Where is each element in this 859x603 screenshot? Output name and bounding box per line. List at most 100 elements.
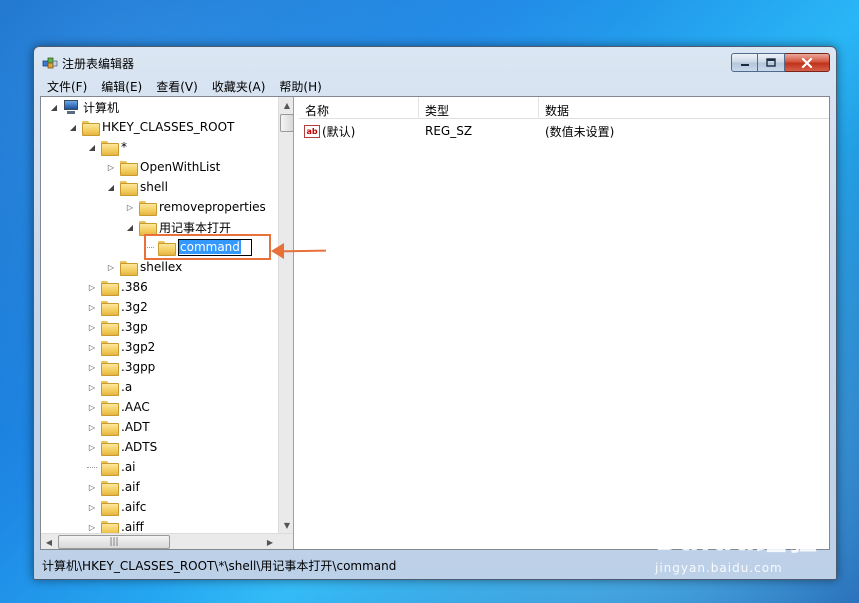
tree-item[interactable]: .ai <box>87 457 136 477</box>
watermark-url: jingyan.baidu.com <box>655 561 783 575</box>
collapsed-arrow-icon[interactable]: ▷ <box>87 521 97 533</box>
value-row[interactable]: ab (默认) REG_SZ (数值未设置) <box>299 121 829 141</box>
menu-help[interactable]: 帮助(H) <box>272 76 328 96</box>
collapsed-arrow-icon[interactable]: ▷ <box>87 281 97 293</box>
values-list-header: 名称 类型 数据 <box>299 97 829 119</box>
tree-item-label: 用记事本打开 <box>159 220 232 235</box>
tree-item[interactable]: ▷ .3gp <box>87 317 148 337</box>
tree-item[interactable]: ◢ 计算机 <box>49 97 119 117</box>
tree-item[interactable]: ▷ .aifc <box>87 497 146 517</box>
menu-view[interactable]: 查看(V) <box>149 76 205 96</box>
folder-icon <box>120 180 138 196</box>
folder-icon <box>101 420 119 436</box>
key-tree-pane: ◢ 计算机 ◢ HKEY_CLASSES_ROOT ◢ * ▷ OpenWithList ◢ sh… <box>41 97 294 549</box>
expanded-arrow-icon[interactable]: ◢ <box>68 121 78 133</box>
tree-item-label: .3g2 <box>121 300 148 314</box>
tree-horizontal-scrollbar[interactable]: ◀ ||| ▶ <box>41 533 293 549</box>
expanded-arrow-icon[interactable]: ◢ <box>87 141 97 153</box>
column-header-type[interactable]: 类型 <box>419 97 539 119</box>
string-value-icon: ab <box>304 124 320 138</box>
tree-item[interactable]: ◢ HKEY_CLASSES_ROOT <box>68 117 234 137</box>
collapsed-arrow-icon[interactable]: ▷ <box>87 301 97 313</box>
tree-item[interactable]: ▷ .3g2 <box>87 297 148 317</box>
folder-icon <box>101 360 119 376</box>
expanded-arrow-icon[interactable]: ◢ <box>125 221 135 233</box>
close-button[interactable] <box>785 53 830 72</box>
folder-icon <box>101 520 119 533</box>
collapsed-arrow-icon[interactable]: ▷ <box>87 501 97 513</box>
tree-connector <box>87 466 97 468</box>
tree-item[interactable]: ▷ .AAC <box>87 397 150 417</box>
minimize-button[interactable] <box>731 53 758 72</box>
tree-item-label: .ADTS <box>121 440 158 454</box>
menu-file[interactable]: 文件(F) <box>40 76 94 96</box>
folder-icon <box>101 280 119 296</box>
tree-item[interactable]: ▷ .aif <box>87 477 140 497</box>
tree-item[interactable]: ▷ .3gpp <box>87 357 155 377</box>
tree-item[interactable]: ▷ .3gp2 <box>87 337 155 357</box>
folder-icon <box>101 500 119 516</box>
column-header-name[interactable]: 名称 <box>299 97 419 119</box>
tree-item[interactable]: ▷ removeproperties <box>125 197 266 217</box>
tree-item-label: .386 <box>121 280 148 294</box>
expanded-arrow-icon[interactable]: ◢ <box>49 101 59 113</box>
folder-icon <box>120 260 138 276</box>
close-icon <box>801 57 813 68</box>
tree-horizontal-scroll-thumb[interactable]: ||| <box>58 535 170 549</box>
tree-item[interactable]: ▷ .ADT <box>87 417 150 437</box>
collapsed-arrow-icon[interactable]: ▷ <box>87 481 97 493</box>
caption-buttons <box>731 53 830 72</box>
collapsed-arrow-icon[interactable]: ▷ <box>87 341 97 353</box>
folder-icon <box>139 220 157 236</box>
scroll-down-icon[interactable]: ▼ <box>279 517 293 533</box>
tree-vertical-scrollbar[interactable]: ▲ ▼ <box>278 97 293 533</box>
regedit-icon <box>42 57 58 69</box>
expanded-arrow-icon[interactable]: ◢ <box>106 181 116 193</box>
key-tree: ◢ 计算机 ◢ HKEY_CLASSES_ROOT ◢ * ▷ OpenWithList ◢ sh… <box>41 97 277 533</box>
tree-vertical-scroll-thumb[interactable] <box>280 114 293 132</box>
column-header-data[interactable]: 数据 <box>539 97 829 119</box>
collapsed-arrow-icon[interactable]: ▷ <box>106 161 116 173</box>
value-data: (数值未设置) <box>545 124 615 139</box>
menu-favorites[interactable]: 收藏夹(A) <box>205 76 273 96</box>
tree-item[interactable]: ▷ .a <box>87 377 132 397</box>
maximize-button[interactable] <box>758 53 785 72</box>
folder-icon <box>101 380 119 396</box>
tree-item[interactable]: ◢ shell <box>106 177 168 197</box>
value-name: (默认) <box>322 124 356 139</box>
collapsed-arrow-icon[interactable]: ▷ <box>125 201 135 213</box>
collapsed-arrow-icon[interactable]: ▷ <box>106 261 116 273</box>
tree-item[interactable]: ▷ .aiff <box>87 517 144 533</box>
collapsed-arrow-icon[interactable]: ▷ <box>87 441 97 453</box>
collapsed-arrow-icon[interactable]: ▷ <box>87 381 97 393</box>
menu-bar: 文件(F) 编辑(E) 查看(V) 收藏夹(A) 帮助(H) <box>40 76 329 96</box>
folder-icon <box>101 400 119 416</box>
annotation-arrow-head-icon <box>271 243 284 259</box>
scroll-right-icon[interactable]: ▶ <box>262 534 278 549</box>
scroll-left-icon[interactable]: ◀ <box>41 534 57 549</box>
regedit-window: 注册表编辑器 文件(F) 编辑(E) 查看(V) 收藏夹(A) 帮助(H) ◢ 计… <box>33 46 837 580</box>
menu-edit[interactable]: 编辑(E) <box>94 76 149 96</box>
tree-item[interactable]: ▷ shellex <box>106 257 182 277</box>
tree-item-label: .ai <box>121 460 136 474</box>
tree-item-label: .3gpp <box>121 360 156 374</box>
tree-item[interactable]: ▷ .ADTS <box>87 437 157 457</box>
collapsed-arrow-icon[interactable]: ▷ <box>87 321 97 333</box>
tree-item-label: .ADT <box>121 420 150 434</box>
tree-item-label: removeproperties <box>159 200 266 214</box>
tree-item-label: .AAC <box>121 400 150 414</box>
folder-icon <box>101 460 119 476</box>
watermark: Baidu经验 jingyan.baidu.com <box>655 515 818 575</box>
scroll-up-icon[interactable]: ▲ <box>279 97 293 113</box>
tree-item-label: shell <box>140 180 168 194</box>
tree-item[interactable]: ▷ .386 <box>87 277 148 297</box>
value-name-cell: ab (默认) <box>299 123 419 140</box>
title-bar[interactable]: 注册表编辑器 <box>34 47 836 75</box>
collapsed-arrow-icon[interactable]: ▷ <box>87 361 97 373</box>
annotation-highlight-box <box>144 234 271 260</box>
collapsed-arrow-icon[interactable]: ▷ <box>87 401 97 413</box>
collapsed-arrow-icon[interactable]: ▷ <box>87 421 97 433</box>
values-list-pane: 名称 类型 数据 ab (默认) REG_SZ (数值未设置) <box>299 97 829 549</box>
tree-item[interactable]: ◢ * <box>87 137 127 157</box>
tree-item[interactable]: ▷ OpenWithList <box>106 157 220 177</box>
